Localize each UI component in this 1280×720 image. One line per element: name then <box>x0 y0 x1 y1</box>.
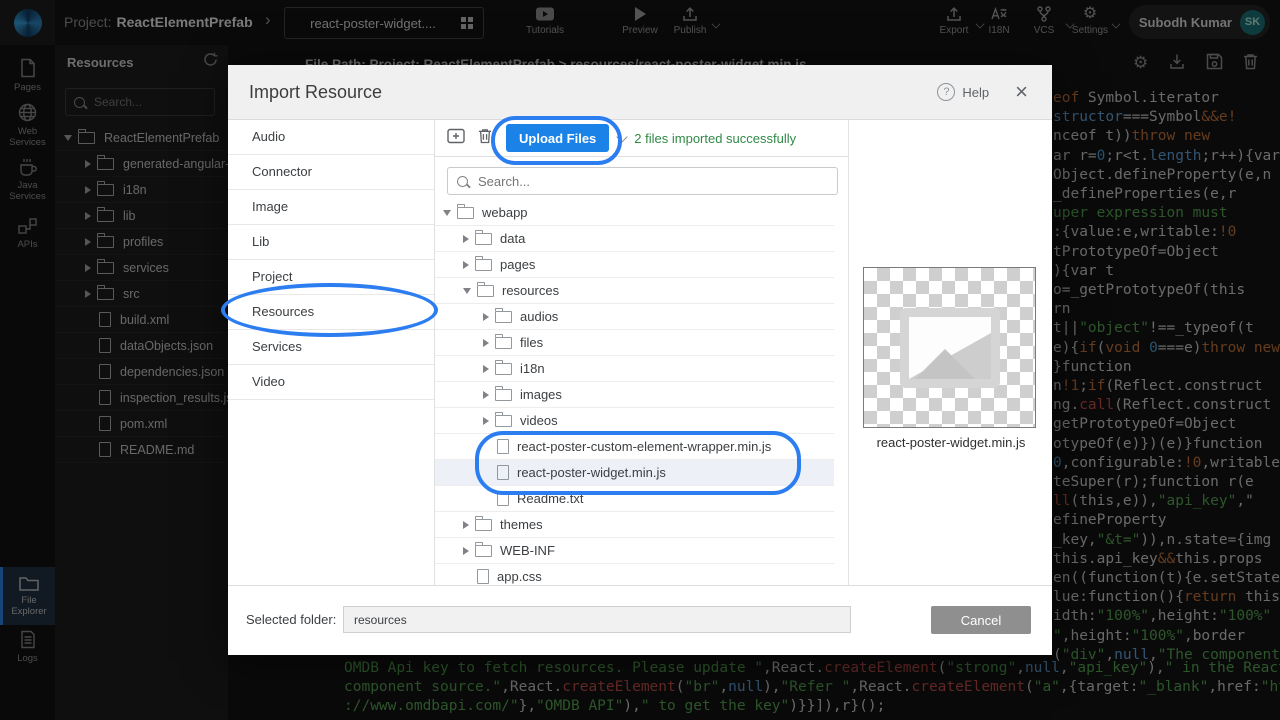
folder-icon <box>495 415 512 427</box>
file-preview-panel: react-poster-widget.min.js <box>848 120 1053 585</box>
nav-item-connector[interactable]: Connector <box>228 155 434 190</box>
caret-right-icon[interactable] <box>463 261 469 269</box>
annotation-rect-imported-files <box>475 431 801 495</box>
delete-icon[interactable] <box>478 128 492 149</box>
folder-icon <box>495 363 512 375</box>
tree-item-label: videos <box>520 413 558 428</box>
image-placeholder-icon <box>900 308 1000 388</box>
caret-right-icon[interactable] <box>463 547 469 555</box>
new-folder-icon[interactable] <box>447 128 465 149</box>
caret-right-icon[interactable] <box>483 339 489 347</box>
tree-item-data[interactable]: data <box>435 226 834 252</box>
cancel-button[interactable]: Cancel <box>931 606 1031 634</box>
nav-item-video[interactable]: Video <box>228 365 434 400</box>
caret-right-icon[interactable] <box>483 391 489 399</box>
file-icon <box>477 569 489 584</box>
caret-right-icon[interactable] <box>483 365 489 373</box>
tree-item-i18n[interactable]: i18n <box>435 356 834 382</box>
annotation-ellipse-resources <box>221 283 438 337</box>
tree-item-label: WEB-INF <box>500 543 555 558</box>
tree-item-label: images <box>520 387 562 402</box>
status-message: 2 files imported successfully <box>634 131 796 146</box>
nav-item-audio[interactable]: Audio <box>228 120 434 155</box>
folder-icon <box>495 337 512 349</box>
caret-down-icon[interactable] <box>463 288 471 294</box>
file-browser: Upload Files 2 files imported successful… <box>435 120 848 585</box>
annotation-ellipse-upload <box>491 116 622 165</box>
tree-item-app.css[interactable]: app.css <box>435 564 834 585</box>
folder-icon <box>477 285 494 297</box>
app-root: Project:ReactElementPrefab › react-poste… <box>0 0 1280 720</box>
folder-icon <box>457 207 474 219</box>
search-icon <box>457 176 468 187</box>
folder-icon <box>475 519 492 531</box>
tree-item-label: files <box>520 335 543 350</box>
tree-item-label: i18n <box>520 361 545 376</box>
tree-item-resources[interactable]: resources <box>435 278 834 304</box>
folder-icon <box>475 545 492 557</box>
dialog-header: Import Resource ? Help × <box>228 65 1052 120</box>
caret-right-icon[interactable] <box>463 521 469 529</box>
modal-file-tree: webapp data pages resources audios files i18n i… <box>435 200 834 585</box>
dialog-title: Import Resource <box>249 82 937 103</box>
selected-folder-input[interactable] <box>343 606 851 633</box>
caret-right-icon[interactable] <box>463 235 469 243</box>
folder-icon <box>475 233 492 245</box>
dialog-footer: Selected folder: Cancel <box>228 585 1052 655</box>
tree-item-images[interactable]: images <box>435 382 834 408</box>
caret-right-icon[interactable] <box>483 313 489 321</box>
tree-item-label: app.css <box>497 569 542 584</box>
tree-item-WEB-INF[interactable]: WEB-INF <box>435 538 834 564</box>
nav-item-lib[interactable]: Lib <box>228 225 434 260</box>
close-icon[interactable]: × <box>1015 83 1028 101</box>
folder-icon <box>495 311 512 323</box>
caret-down-icon[interactable] <box>443 210 451 216</box>
tree-item-label: pages <box>500 257 535 272</box>
help-icon[interactable]: ? <box>937 83 955 101</box>
tree-item-pages[interactable]: pages <box>435 252 834 278</box>
tree-item-label: data <box>500 231 525 246</box>
file-search-input[interactable] <box>476 173 810 190</box>
folder-icon <box>475 259 492 271</box>
tree-item-label: audios <box>520 309 558 324</box>
folder-icon <box>495 389 512 401</box>
file-search[interactable] <box>447 167 838 195</box>
preview-image <box>863 267 1036 428</box>
tree-item-label: webapp <box>482 205 528 220</box>
caret-right-icon[interactable] <box>483 417 489 425</box>
help-link[interactable]: Help <box>962 85 989 100</box>
tree-item-files[interactable]: files <box>435 330 834 356</box>
tree-item-themes[interactable]: themes <box>435 512 834 538</box>
resource-type-nav: AudioConnectorImageLibProjectResourcesSe… <box>228 120 435 585</box>
import-resource-dialog: Import Resource ? Help × AudioConnectorI… <box>228 65 1052 655</box>
preview-caption: react-poster-widget.min.js <box>849 435 1053 450</box>
tree-item-label: themes <box>500 517 543 532</box>
tree-item-audios[interactable]: audios <box>435 304 834 330</box>
nav-item-image[interactable]: Image <box>228 190 434 225</box>
selected-folder-label: Selected folder: <box>246 612 336 627</box>
tree-item-label: resources <box>502 283 559 298</box>
tree-item-webapp[interactable]: webapp <box>435 200 834 226</box>
